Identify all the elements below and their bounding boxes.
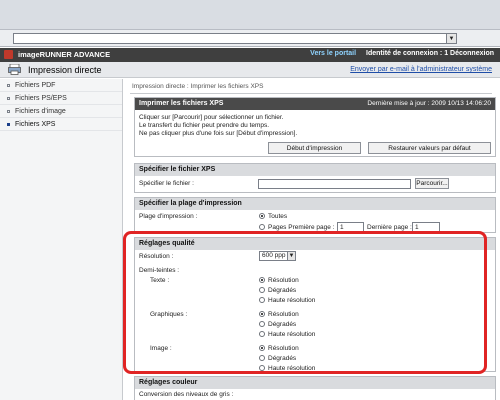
sidebar: Fichiers PDF Fichiers PS/EPS Fichiers d'… [0, 79, 123, 400]
last-page-label: Dernière page : [367, 224, 412, 231]
header-links: Vers le portail Identité de connexion : … [310, 50, 494, 57]
login-status[interactable]: Identité de connexion : 1 Déconnexion [366, 50, 494, 57]
sidebar-item-ps-eps[interactable]: Fichiers PS/EPS [0, 92, 122, 105]
file-label: Spécifier le fichier : [139, 180, 194, 187]
panel-header: Imprimer les fichiers XPS Dernière mise … [135, 98, 495, 110]
page-title-bar: Impression directe Envoyer par e-mail à … [0, 62, 500, 78]
gray-conversion-label: Conversion des niveaux de gris : [139, 391, 234, 398]
browse-button[interactable]: Parcourir... [415, 178, 449, 189]
option-label: Dégradés [268, 355, 297, 362]
chevron-down-icon: ▼ [287, 252, 295, 260]
email-admin-link[interactable]: Envoyer par e-mail à l'administrateur sy… [350, 66, 492, 73]
last-page-input[interactable]: 1 [412, 222, 440, 232]
address-bar[interactable]: ▼ [13, 33, 457, 44]
option-label: Résolution [268, 277, 299, 284]
first-page-input[interactable]: 1 [337, 222, 364, 232]
instruction-line: Le transfert du fichier peut prendre du … [139, 122, 270, 129]
resolution-select[interactable]: 600 ppp ▼ [259, 251, 296, 261]
instruction-line: Cliquer sur [Parcourir] pour sélectionne… [139, 114, 284, 121]
halftone-label: Demi-teintes : [139, 267, 180, 274]
option-label: Dégradés [268, 287, 297, 294]
print-xps-panel: Imprimer les fichiers XPS Dernière mise … [134, 97, 496, 157]
bullet-icon [7, 122, 10, 126]
text-resolution-radio[interactable] [259, 277, 265, 283]
browser-toolbar [0, 0, 500, 30]
app-title: imageRUNNER ADVANCE [18, 50, 111, 59]
start-print-button[interactable]: Début d'impression [268, 142, 361, 154]
last-updated: Dernière mise à jour : 2009 10/13 14:06:… [367, 100, 491, 107]
quality-settings-panel: Réglages qualité Résolution : 600 ppp ▼ … [134, 237, 496, 372]
panel-header: Réglages qualité [135, 238, 495, 250]
print-range-panel: Spécifier la plage d'impression Plage d'… [134, 197, 496, 233]
graphics-group-label: Graphiques : [150, 311, 188, 318]
range-all-label: Toutes [268, 213, 288, 220]
sidebar-item-pdf[interactable]: Fichiers PDF [0, 79, 122, 92]
panel-header: Spécifier la plage d'impression [135, 198, 495, 210]
file-path-input[interactable] [258, 179, 411, 189]
address-row: ▼ [0, 30, 500, 47]
image-group-label: Image : [150, 345, 172, 352]
image-gradation-radio[interactable] [259, 355, 265, 361]
option-label: Haute résolution [268, 297, 316, 304]
text-high-resolution-radio[interactable] [259, 297, 265, 303]
graphics-high-resolution-radio[interactable] [259, 331, 265, 337]
color-settings-panel: Réglages couleur Conversion des niveaux … [134, 376, 496, 400]
panel-header: Spécifier le fichier XPS [135, 164, 495, 176]
option-label: Haute résolution [268, 331, 316, 338]
panel-header: Réglages couleur [135, 377, 495, 389]
range-all-radio[interactable] [259, 213, 265, 219]
option-label: Haute résolution [268, 365, 316, 372]
graphics-resolution-radio[interactable] [259, 311, 265, 317]
image-high-resolution-radio[interactable] [259, 365, 265, 371]
canon-logo-icon [4, 50, 13, 59]
portal-link[interactable]: Vers le portail [310, 50, 356, 57]
bullet-icon [7, 109, 10, 113]
bullet-icon [7, 96, 10, 100]
page-title: Impression directe [28, 65, 102, 75]
option-label: Résolution [268, 345, 299, 352]
image-resolution-radio[interactable] [259, 345, 265, 351]
app-header: imageRUNNER ADVANCE Vers le portail Iden… [0, 48, 500, 62]
specify-file-panel: Spécifier le fichier XPS Spécifier le fi… [134, 163, 496, 193]
range-pages-label: Pages Première page : [268, 224, 335, 231]
main-content: Impression directe : Imprimer les fichie… [126, 79, 500, 400]
divider [130, 93, 492, 94]
option-label: Dégradés [268, 321, 297, 328]
sidebar-item-image[interactable]: Fichiers d'image [0, 105, 122, 118]
text-group-label: Texte : [150, 277, 170, 284]
bullet-icon [7, 83, 10, 87]
restore-defaults-button[interactable]: Restaurer valeurs par défaut [368, 142, 491, 154]
option-label: Résolution [268, 311, 299, 318]
range-pages-radio[interactable] [259, 224, 265, 230]
text-gradation-radio[interactable] [259, 287, 265, 293]
range-label: Plage d'impression : [139, 213, 198, 220]
instruction-line: Ne pas cliquer plus d'une fois sur [Débu… [139, 130, 298, 137]
chevron-down-icon[interactable]: ▼ [446, 34, 456, 43]
sidebar-item-xps[interactable]: Fichiers XPS [0, 118, 122, 131]
resolution-label: Résolution : [139, 253, 174, 260]
breadcrumb: Impression directe : Imprimer les fichie… [132, 83, 264, 90]
graphics-gradation-radio[interactable] [259, 321, 265, 327]
printer-icon [8, 64, 21, 75]
